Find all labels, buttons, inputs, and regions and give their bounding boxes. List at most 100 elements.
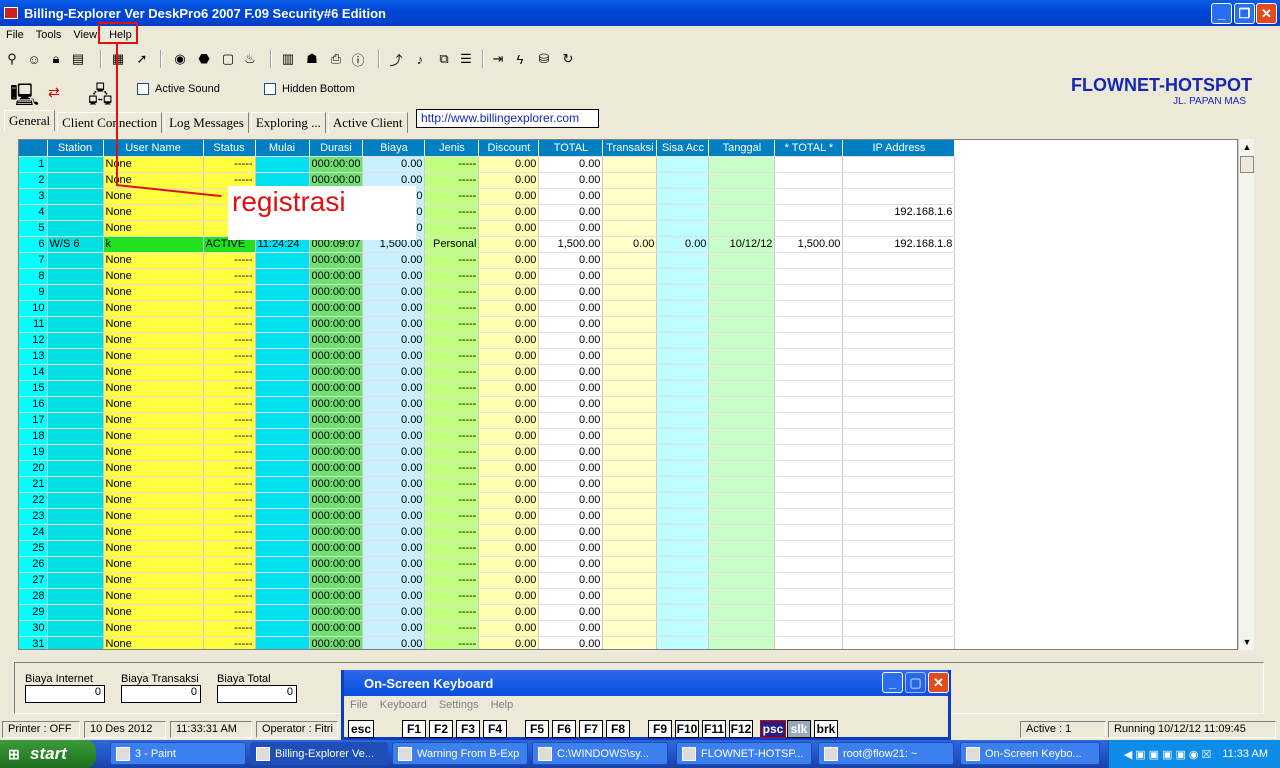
lock-icon[interactable]: 🔒︎: [46, 49, 66, 69]
start-button[interactable]: ⊞ start: [0, 740, 96, 768]
osk-maximize-button[interactable]: ▢: [905, 672, 926, 693]
info-icon[interactable]: ⓘ: [348, 49, 368, 69]
bottle-icon[interactable]: ♨: [240, 49, 260, 69]
key-f8[interactable]: F8: [606, 720, 630, 738]
column-header-station[interactable]: Station: [47, 140, 104, 157]
table-row[interactable]: 31 None ----- 000:00:00 0.00 ----- 0.00 0.00: [19, 636, 956, 649]
scroll-thumb[interactable]: [1240, 156, 1254, 173]
table-row[interactable]: 1 None ----- 000:00:00 0.00 ----- 0.00 0.00: [19, 156, 956, 173]
task-warning[interactable]: Warning From B-Exp: [392, 742, 528, 765]
key-f3[interactable]: F3: [456, 720, 480, 738]
table-row[interactable]: 17 None ----- 000:00:00 0.00 ----- 0.00 0.00: [19, 412, 956, 429]
printer-icon[interactable]: ⎙: [326, 49, 346, 69]
refresh-icon[interactable]: ↻: [558, 49, 578, 69]
window-titlebar[interactable]: Billing-Explorer Ver DeskPro6 2007 F.09 …: [0, 0, 1280, 26]
table-row[interactable]: 15 None ----- 000:00:00 0.00 ----- 0.00 0.00: [19, 380, 956, 397]
binoculars-icon[interactable]: ⚲: [2, 49, 22, 69]
column-header-durasi[interactable]: Durasi: [309, 140, 364, 157]
export-icon[interactable]: ⇥: [488, 49, 508, 69]
key-f5[interactable]: F5: [525, 720, 549, 738]
table-row[interactable]: 12 None ----- 000:00:00 0.00 ----- 0.00 0.00: [19, 332, 956, 349]
close-button[interactable]: ✕: [1256, 3, 1277, 24]
biaya-total-value[interactable]: 0: [217, 685, 297, 703]
smiley-icon[interactable]: ☺: [24, 49, 44, 69]
key-f2[interactable]: F2: [429, 720, 453, 738]
chart-icon[interactable]: ⤴: [386, 49, 406, 69]
tray-icons[interactable]: ◀▣▣▣▣◉☒: [1124, 748, 1215, 761]
osk-menu-help[interactable]: Help: [485, 699, 520, 711]
table-row[interactable]: 11 None ----- 000:00:00 0.00 ----- 0.00 0.00: [19, 316, 956, 333]
osk-menu-settings[interactable]: Settings: [433, 699, 485, 711]
table-row[interactable]: 14 None ----- 000:00:00 0.00 ----- 0.00 0.00: [19, 364, 956, 381]
key-f4[interactable]: F4: [483, 720, 507, 738]
lightning-icon[interactable]: ϟ: [510, 49, 530, 69]
table-row[interactable]: 26 None ----- 000:00:00 0.00 ----- 0.00 0.00: [19, 556, 956, 573]
menu-file[interactable]: File: [0, 29, 30, 41]
table-row[interactable]: 21 None ----- 000:00:00 0.00 ----- 0.00 0.00: [19, 476, 956, 493]
key-brk[interactable]: brk: [814, 720, 838, 738]
tab-general[interactable]: General: [4, 110, 56, 131]
key-psc[interactable]: psc: [760, 720, 786, 738]
table-row[interactable]: 19 None ----- 000:00:00 0.00 ----- 0.00 0.00: [19, 444, 956, 461]
column-header-discount[interactable]: Discount: [478, 140, 540, 157]
osk-menu-file[interactable]: File: [344, 699, 374, 711]
menu-tools[interactable]: Tools: [30, 29, 68, 41]
key-f6[interactable]: F6: [552, 720, 576, 738]
column-header-sisa-acc[interactable]: Sisa Acc: [656, 140, 710, 157]
key-esc[interactable]: esc: [348, 720, 374, 738]
osk-close-button[interactable]: ✕: [928, 672, 949, 693]
task-firefox[interactable]: FLOWNET-HOTSP...: [676, 742, 812, 765]
osk-minimize-button[interactable]: _: [882, 672, 903, 693]
column-header-transaksi[interactable]: Transaksi: [602, 140, 658, 157]
table-row[interactable]: 6 W/S 6 k ACTIVE 11:24:24 000:09:07 1,500.00 Pe…: [19, 236, 956, 253]
tab-active-client[interactable]: Active Client: [327, 112, 408, 133]
column-header-status[interactable]: Status: [203, 140, 256, 157]
column-header-grand-total[interactable]: * TOTAL *: [774, 140, 844, 157]
scroll-down-icon[interactable]: ▼: [1239, 634, 1255, 650]
table-row[interactable]: 16 None ----- 000:00:00 0.00 ----- 0.00 0.00: [19, 396, 956, 413]
task-cmd[interactable]: C:\WINDOWS\sy...: [532, 742, 668, 765]
billing-grid[interactable]: Station User Name Status Mulai Durasi Biaya Je…: [18, 139, 1238, 650]
table-row[interactable]: 24 None ----- 000:00:00 0.00 ----- 0.00 0.00: [19, 524, 956, 541]
column-header-jenis[interactable]: Jenis: [424, 140, 480, 157]
cursor-icon[interactable]: ➚: [132, 49, 152, 69]
maximize-button[interactable]: ❐: [1234, 3, 1255, 24]
table-row[interactable]: 5None-----000:00:000-----0.000.00: [19, 220, 956, 237]
column-header-tanggal[interactable]: Tanggal: [708, 140, 776, 157]
table-row[interactable]: 30 None ----- 000:00:00 0.00 ----- 0.00 0.00: [19, 620, 956, 637]
column-header-row-number[interactable]: [19, 140, 48, 157]
speaker-icon[interactable]: ♪: [410, 49, 430, 69]
key-f1[interactable]: F1: [402, 720, 426, 738]
table-row[interactable]: 20 None ----- 000:00:00 0.00 ----- 0.00 0.00: [19, 460, 956, 477]
key-f10[interactable]: F10: [675, 720, 699, 738]
hidden-bottom-checkbox[interactable]: Hidden Bottom: [264, 83, 355, 95]
table-row[interactable]: 9 None ----- 000:00:00 0.00 ----- 0.00 0.00: [19, 284, 956, 301]
biaya-internet-value[interactable]: 0: [25, 685, 105, 703]
key-f12[interactable]: F12: [729, 720, 753, 738]
osk-menu-keyboard[interactable]: Keyboard: [374, 699, 433, 711]
active-sound-checkbox[interactable]: Active Sound: [137, 83, 220, 95]
table-row[interactable]: 2 None ----- 000:00:00 0.00 ----- 0.00 0.00: [19, 172, 956, 189]
column-header-ip-address[interactable]: IP Address: [842, 140, 956, 157]
column-header-user-name[interactable]: User Name: [103, 140, 204, 157]
scroll-up-icon[interactable]: ▲: [1239, 139, 1255, 155]
minimize-button[interactable]: _: [1211, 3, 1232, 24]
table-row[interactable]: 7 None ----- 000:00:00 0.00 ----- 0.00 0.00: [19, 252, 956, 269]
tab-log-messages[interactable]: Log Messages: [164, 112, 249, 133]
column-header-biaya[interactable]: Biaya: [362, 140, 426, 157]
tab-exploring[interactable]: Exploring ...: [250, 112, 326, 133]
tab-client-connection[interactable]: Client Connection: [57, 112, 163, 133]
osk-titlebar[interactable]: On-Screen Keyboard _ ▢ ✕: [344, 670, 949, 696]
key-f7[interactable]: F7: [579, 720, 603, 738]
table-row[interactable]: 25 None ----- 000:00:00 0.00 ----- 0.00 0.00: [19, 540, 956, 557]
copy-icon[interactable]: ⧉: [434, 49, 454, 69]
document-icon[interactable]: ▥: [278, 49, 298, 69]
column-header-mulai[interactable]: Mulai: [255, 140, 310, 157]
stop-icon[interactable]: ⬣: [194, 49, 214, 69]
table-row[interactable]: 29 None ----- 000:00:00 0.00 ----- 0.00 0.00: [19, 604, 956, 621]
notes-icon[interactable]: ☰: [456, 49, 476, 69]
table-row[interactable]: 8 None ----- 000:00:00 0.00 ----- 0.00 0.00: [19, 268, 956, 285]
disabled-tool-icon[interactable]: ▤: [68, 49, 88, 69]
on-screen-keyboard-window[interactable]: On-Screen Keyboard _ ▢ ✕ File Keyboard S…: [341, 670, 951, 740]
key-slk[interactable]: slk: [787, 720, 811, 738]
